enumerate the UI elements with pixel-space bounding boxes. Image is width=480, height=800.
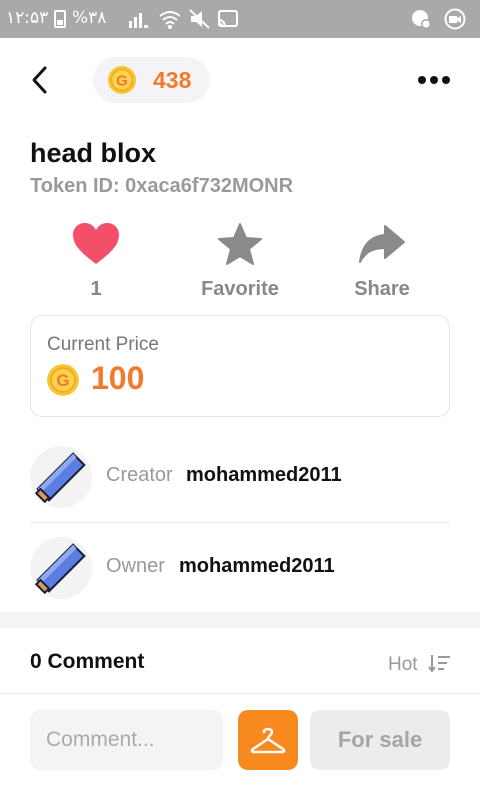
battery-percent: %۳۸ <box>72 8 107 28</box>
signal-icon <box>129 13 148 28</box>
heart-icon <box>73 223 119 264</box>
coin-balance: 438 <box>153 67 192 93</box>
price-label: Current Price <box>47 334 159 355</box>
coin-balance-pill[interactable]: G 438 <box>93 57 210 103</box>
sort-button[interactable]: Hot <box>388 652 454 678</box>
price-card: Current Price G 100 <box>30 315 450 417</box>
status-time: ۱۲:۵۳ <box>6 8 49 28</box>
owner-role-label: Owner <box>106 555 165 577</box>
battery-icon <box>54 10 66 28</box>
for-sale-button[interactable]: For sale <box>310 710 450 770</box>
favorite-label: Favorite <box>201 278 279 300</box>
wardrobe-button[interactable] <box>238 710 298 770</box>
creator-row: Creator mohammed2011 <box>30 432 450 522</box>
wifi-icon <box>159 11 180 29</box>
section-separator <box>0 612 480 628</box>
svg-text:G: G <box>56 371 69 390</box>
avatar[interactable] <box>30 537 92 599</box>
owner-row: Owner mohammed2011 <box>30 523 450 613</box>
block-avatar-icon <box>34 452 86 504</box>
camera-icon <box>444 8 466 30</box>
coin-icon: G <box>108 66 136 94</box>
back-arrow-icon[interactable] <box>26 62 56 98</box>
more-icon[interactable] <box>410 66 456 94</box>
favorite-button[interactable]: Favorite <box>180 222 300 304</box>
share-icon <box>359 225 405 263</box>
cast-icon <box>218 10 238 27</box>
sort-label: Hot <box>388 654 418 675</box>
owner-username[interactable]: mohammed2011 <box>179 555 335 578</box>
creator-username[interactable]: mohammed2011 <box>186 464 342 487</box>
sort-icon <box>428 655 450 673</box>
creator-role-label: Creator <box>106 464 173 486</box>
share-label: Share <box>354 278 410 300</box>
like-button[interactable]: 1 <box>36 222 156 304</box>
status-bar: ۱۲:۵۳ %۳۸ <box>0 0 480 38</box>
header: G 438 <box>0 38 480 122</box>
comment-count: 0 Comment <box>30 650 145 673</box>
star-icon <box>218 223 262 265</box>
like-count: 1 <box>90 278 102 300</box>
coin-icon: G <box>47 364 79 396</box>
hanger-icon <box>250 727 286 754</box>
notification-icon <box>412 10 431 29</box>
comment-input[interactable] <box>30 710 223 770</box>
token-id: Token ID: 0xaca6f732MONR <box>30 175 294 197</box>
block-avatar-icon <box>34 543 86 595</box>
svg-text:G: G <box>116 73 128 90</box>
divider <box>0 693 480 694</box>
price-value: 100 <box>91 360 145 396</box>
avatar[interactable] <box>30 446 92 508</box>
share-button[interactable]: Share <box>322 222 442 304</box>
nft-title: head blox <box>30 138 157 168</box>
mute-icon <box>189 9 210 29</box>
